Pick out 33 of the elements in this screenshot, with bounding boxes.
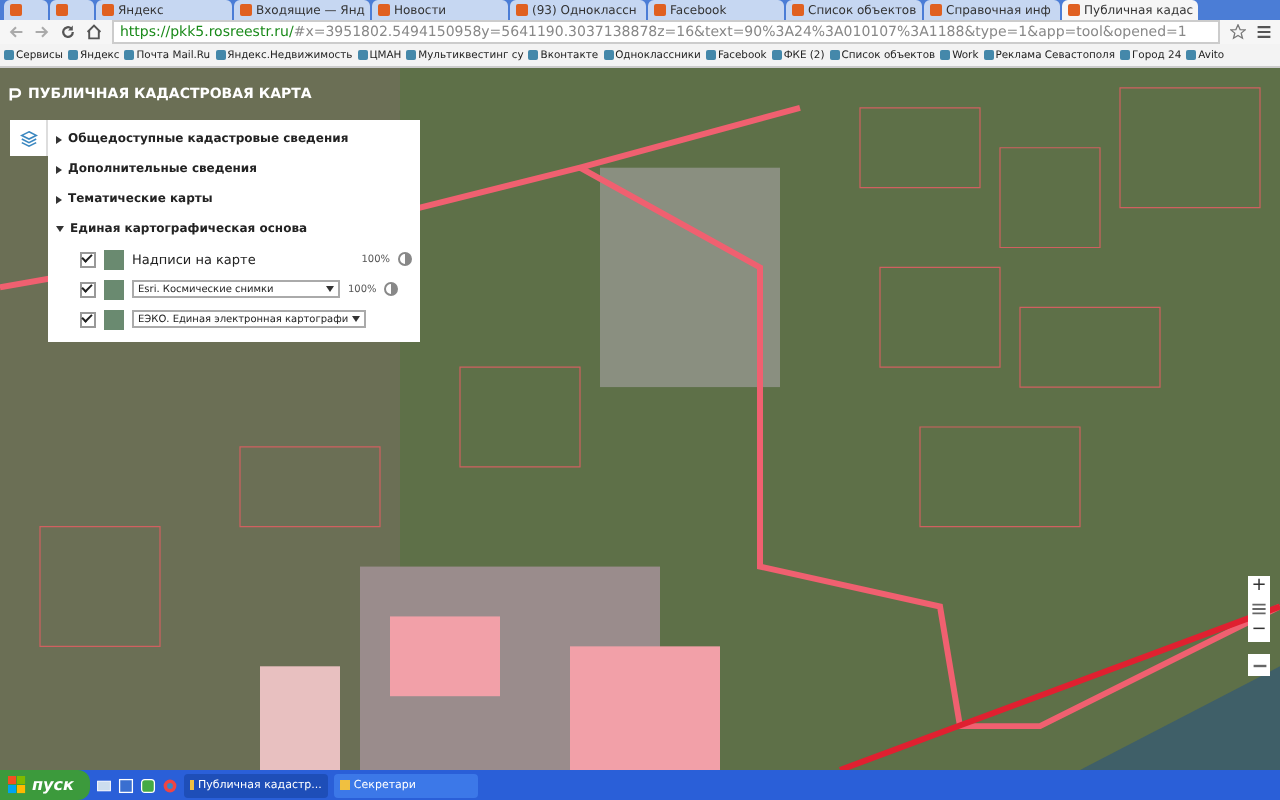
favicon-icon [56,4,68,16]
layers-button[interactable] [10,120,48,156]
start-button[interactable]: пуск [0,770,90,800]
caret-icon [352,316,361,322]
map-tool-button[interactable] [1248,654,1270,676]
zoom-out-button[interactable]: − [1248,620,1270,642]
favicon-icon [10,4,22,16]
opacity-icon[interactable] [398,252,412,266]
reload-icon[interactable] [60,24,76,40]
favicon-icon [654,4,666,16]
star-icon[interactable] [1230,24,1246,40]
favicon-icon [792,4,804,16]
layer-checkbox[interactable] [80,251,96,267]
logo-icon [8,87,22,101]
favicon-icon [378,4,390,16]
menu-icon[interactable] [1256,24,1272,40]
favicon-icon [1068,4,1080,16]
windows-logo-icon [8,776,26,794]
favicon-icon [102,4,114,16]
layer-checkbox[interactable] [80,311,96,327]
grid-icon[interactable] [1248,598,1270,620]
layers-icon [19,129,37,147]
app-icon[interactable] [139,777,156,793]
desktop-icon[interactable] [95,777,112,793]
favicon-icon [240,4,252,16]
layer-checkbox[interactable] [80,281,96,297]
favicon-icon [516,4,528,16]
zoom-in-button[interactable]: + [1248,576,1270,598]
caret-icon [326,286,334,292]
opacity-icon[interactable] [384,282,399,296]
window-icon[interactable] [117,777,134,793]
favicon-icon [930,4,942,16]
home-icon[interactable] [86,24,102,40]
